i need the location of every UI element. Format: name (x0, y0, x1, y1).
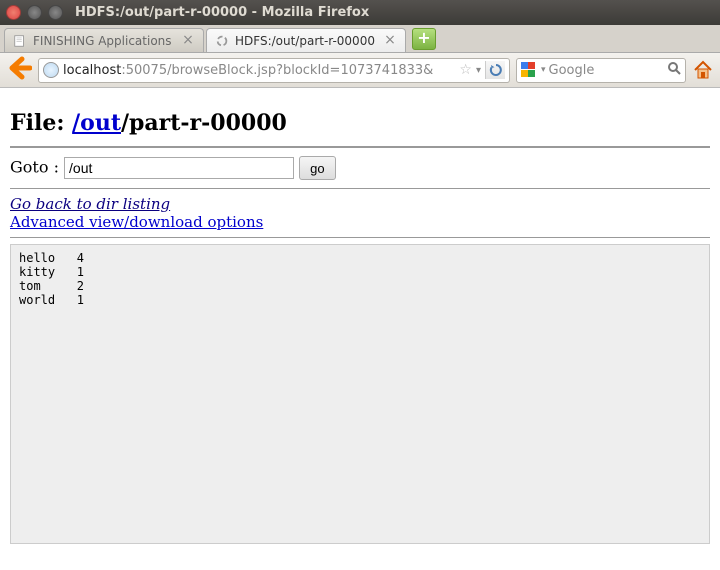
search-bar[interactable]: ▾ Google (516, 58, 686, 83)
search-dropdown-icon[interactable]: ▾ (541, 65, 546, 75)
search-icon[interactable] (667, 61, 681, 79)
goto-row: Goto : go (10, 156, 710, 180)
divider (10, 146, 710, 148)
site-identity-icon[interactable] (43, 62, 59, 78)
file-dir-link[interactable]: /out (72, 110, 121, 136)
navigation-toolbar: localhost:50075/browseBlock.jsp?blockId=… (0, 53, 720, 88)
window-maximize-button[interactable] (48, 5, 63, 20)
tab-finishing-applications[interactable]: FINISHING Applications × (4, 28, 204, 52)
google-icon (521, 62, 537, 78)
tab-label: FINISHING Applications (33, 34, 181, 48)
advanced-view-link[interactable]: Advanced view/download options (10, 213, 263, 231)
bookmark-star-icon[interactable]: ☆ (459, 62, 472, 78)
divider (10, 237, 710, 238)
window-titlebar: HDFS:/out/part-r-00000 - Mozilla Firefox (0, 0, 720, 25)
go-button[interactable]: go (299, 156, 335, 180)
window-close-button[interactable] (6, 5, 21, 20)
back-to-dir-link[interactable]: Go back to dir listing (10, 195, 170, 213)
goto-label: Goto : (10, 158, 64, 177)
url-text: localhost:50075/browseBlock.jsp?blockId=… (63, 63, 455, 78)
home-button[interactable] (692, 59, 714, 81)
window-title: HDFS:/out/part-r-00000 - Mozilla Firefox (75, 5, 369, 20)
url-dropdown-icon[interactable]: ▾ (476, 65, 481, 76)
goto-input[interactable] (64, 157, 294, 179)
reload-button[interactable] (485, 61, 505, 79)
back-button[interactable] (6, 55, 32, 85)
new-tab-button[interactable]: + (412, 28, 436, 50)
tab-hdfs-file[interactable]: HDFS:/out/part-r-00000 × (206, 28, 406, 52)
file-name: /part-r-00000 (121, 110, 287, 136)
file-heading: File: /out/part-r-00000 (10, 110, 710, 136)
divider (10, 188, 710, 189)
links-block: Go back to dir listing Advanced view/dow… (10, 195, 710, 231)
page-icon (13, 34, 27, 48)
tab-close-icon[interactable]: × (383, 34, 397, 48)
search-placeholder: Google (549, 63, 667, 78)
window-minimize-button[interactable] (27, 5, 42, 20)
tab-strip: FINISHING Applications × HDFS:/out/part-… (0, 25, 720, 53)
tab-label: HDFS:/out/part-r-00000 (235, 34, 383, 48)
loading-icon (215, 34, 229, 48)
file-label: File: (10, 110, 72, 136)
file-contents: hello 4 kitty 1 tom 2 world 1 (10, 244, 710, 544)
tab-close-icon[interactable]: × (181, 34, 195, 48)
url-bar[interactable]: localhost:50075/browseBlock.jsp?blockId=… (38, 58, 510, 83)
page-content: File: /out/part-r-00000 Goto : go Go bac… (0, 88, 720, 558)
